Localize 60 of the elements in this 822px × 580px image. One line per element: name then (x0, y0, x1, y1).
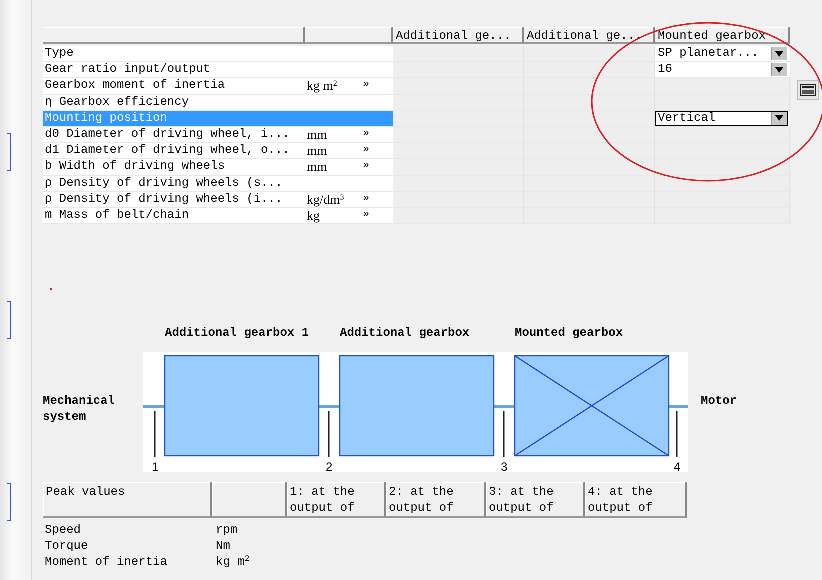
row-label: Torque (44, 539, 90, 556)
unit-label: kg (307, 208, 321, 224)
unit-label: Nm (216, 539, 230, 556)
stage-title: Mounted gearbox (515, 326, 624, 340)
column-header[interactable]: Additional ge... (524, 27, 655, 44)
measure-tick (328, 411, 330, 458)
gearbox-block[interactable] (514, 355, 670, 457)
measure-tick (676, 411, 678, 458)
column-header[interactable]: 1: at the output of (287, 482, 386, 518)
row-label[interactable]: Gear ratio input/output (43, 62, 305, 78)
motor-label: Motor (701, 394, 738, 408)
column-header[interactable] (212, 482, 287, 518)
measure-tick (154, 411, 156, 458)
unit-label: kg m$^{2}$ (307, 78, 338, 94)
row-label[interactable]: η Gearbox efficiency (43, 94, 305, 111)
stage-title: Additional gearbox (340, 326, 470, 340)
more-link[interactable]: » (363, 192, 370, 207)
column-header[interactable]: 2: at the output of (386, 482, 486, 518)
row-label[interactable]: Type (43, 46, 305, 62)
unit-label: mm (307, 159, 328, 174)
column-header[interactable]: Mounted gearbox (655, 27, 790, 44)
more-link[interactable]: » (363, 126, 370, 142)
row-label[interactable]: b Width of driving wheels (43, 159, 305, 176)
unit-label: kg m$^{2}$ (216, 555, 250, 572)
point-number: 3 (501, 460, 508, 474)
measure-tick (503, 411, 505, 458)
dropdown[interactable]: Vertical (655, 110, 788, 126)
system-label: Mechanical system (43, 394, 116, 424)
row-label[interactable]: d0 Diameter of driving wheel, i... (43, 126, 305, 144)
more-link[interactable]: » (363, 208, 370, 224)
column-header[interactable] (305, 27, 393, 44)
unit-label: mm (307, 143, 328, 158)
row-label[interactable]: Gearbox moment of inertia (43, 78, 305, 95)
point-number: 2 (326, 460, 333, 474)
more-link[interactable]: » (363, 143, 370, 158)
row-label[interactable]: d1 Diameter of driving wheel, o... (43, 143, 305, 160)
unit-label: mm (307, 126, 328, 142)
unit-label: kg/dm$^{3}$ (307, 192, 346, 207)
gearbox-block[interactable] (339, 355, 495, 457)
more-link[interactable]: » (363, 159, 370, 174)
dropdown[interactable]: SP planetar... (655, 46, 788, 61)
column-header[interactable] (43, 27, 305, 44)
column-header[interactable]: Peak values (43, 482, 212, 518)
unit-label: rpm (216, 523, 238, 540)
row-label[interactable]: m Mass of belt/chain (43, 208, 305, 224)
row-label[interactable]: ρ Density of driving wheels (s... (43, 176, 305, 192)
point-number: 4 (674, 460, 681, 474)
dot-mark (50, 288, 52, 290)
gearbox-block[interactable] (164, 355, 320, 457)
row-label[interactable]: ρ Density of driving wheels (i... (43, 192, 305, 208)
calculator-button[interactable] (797, 80, 819, 100)
column-header[interactable]: Additional ge... (393, 27, 524, 44)
column-header[interactable]: 3: at the output of (486, 482, 585, 518)
point-number: 1 (152, 460, 159, 474)
column-header[interactable]: 4: at the output of (585, 482, 687, 518)
row-label: Moment of inertia (44, 555, 168, 572)
dropdown[interactable]: 16 (655, 62, 788, 78)
more-link[interactable]: » (363, 78, 370, 94)
row-label: Speed (44, 523, 82, 540)
stage-title: Additional gearbox 1 (165, 326, 310, 340)
